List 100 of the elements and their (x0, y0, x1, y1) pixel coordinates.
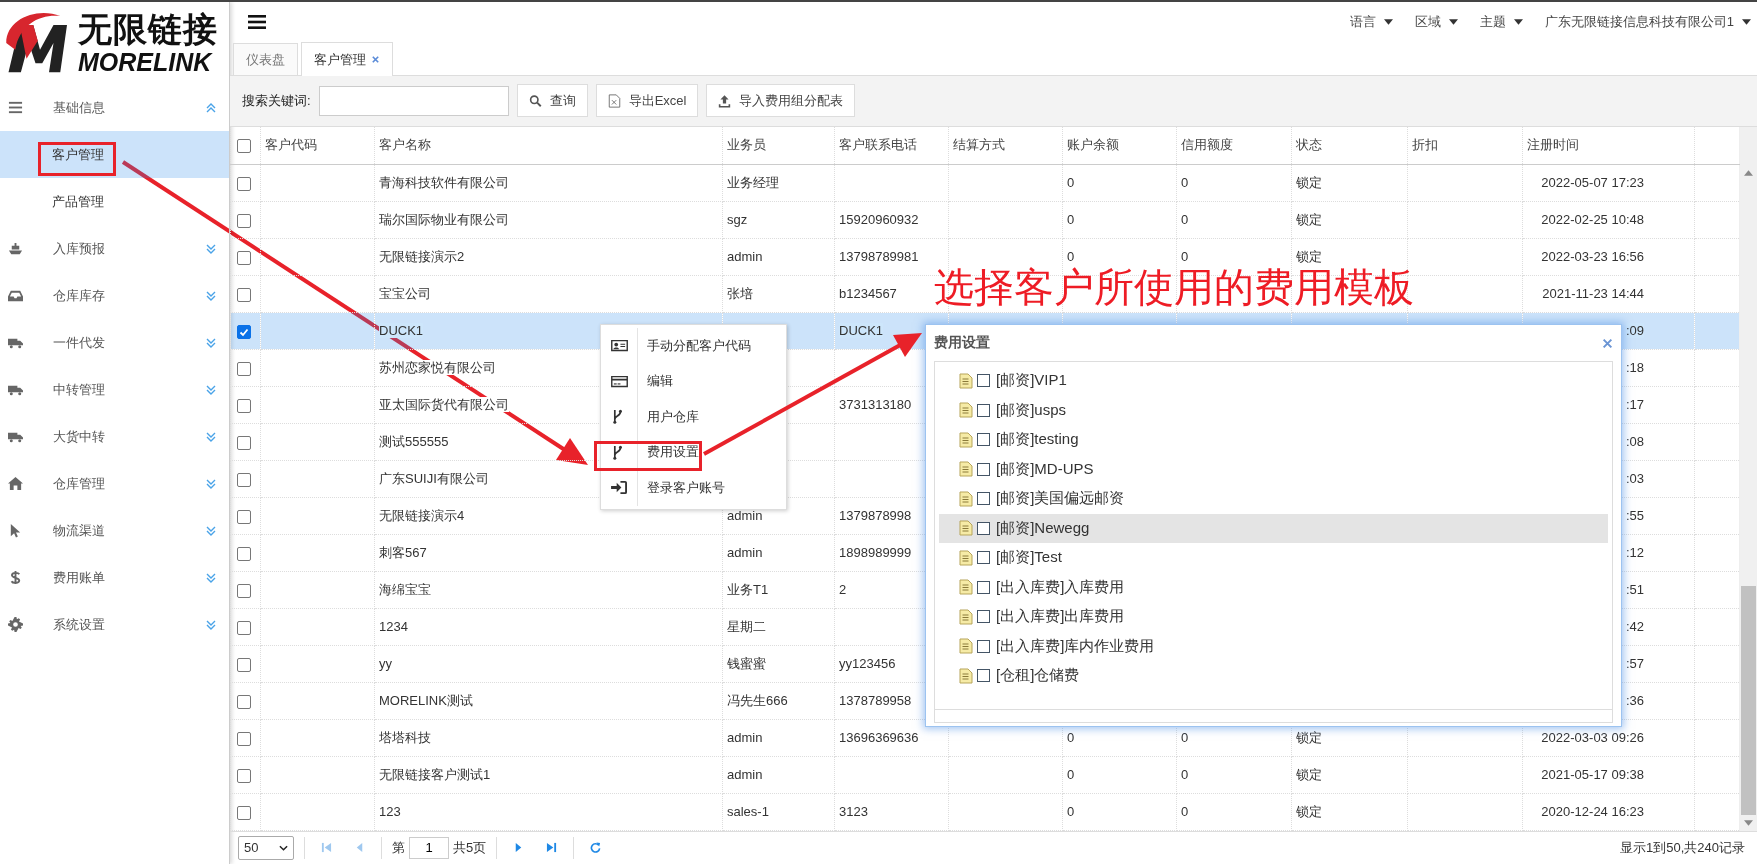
last-page-icon[interactable] (546, 842, 558, 854)
checkbox[interactable] (977, 403, 990, 417)
checkbox[interactable] (977, 433, 990, 447)
row-checkbox[interactable] (237, 620, 251, 635)
checkbox[interactable] (977, 462, 990, 476)
scroll-up-icon[interactable] (1744, 169, 1753, 176)
caret-icon (1742, 19, 1751, 25)
table-cell: 业务经理 (727, 174, 779, 190)
table-cell: 张培 (727, 285, 753, 301)
table-cell: 锁定 (1296, 766, 1322, 782)
document-icon (959, 549, 973, 566)
sidebar-item[interactable]: 一件代发 (0, 319, 229, 366)
row-checkbox[interactable] (237, 546, 251, 561)
sidebar-item[interactable]: 基础信息 (0, 84, 229, 131)
sidebar-subitem[interactable]: 客户管理 (0, 131, 229, 178)
document-icon (959, 490, 973, 507)
row-checkbox[interactable] (237, 324, 251, 339)
row-checkbox[interactable] (237, 472, 251, 487)
tree-item[interactable]: [出入库费]入库费用 (939, 572, 1608, 602)
page-count: 共5页 (453, 838, 487, 857)
row-checkbox[interactable] (237, 694, 251, 709)
row-checkbox[interactable] (237, 583, 251, 598)
expand-icon (205, 336, 217, 349)
ship-icon (8, 241, 23, 256)
checkbox[interactable] (977, 492, 990, 506)
scroll-down-icon[interactable] (1744, 819, 1753, 826)
row-checkbox[interactable] (237, 213, 251, 228)
tree-item[interactable]: [仓租]仓储费 (939, 661, 1608, 691)
tree-item[interactable]: [出入库费]出库费用 (939, 602, 1608, 632)
tree-item[interactable]: [邮资]美国偏远邮资 (939, 484, 1608, 514)
checkbox[interactable] (977, 639, 990, 653)
checkbox[interactable] (977, 610, 990, 624)
tree-item[interactable]: [邮资]VIP1 (939, 366, 1608, 396)
document-icon (959, 579, 973, 596)
sidebar-item[interactable]: 中转管理 (0, 366, 229, 413)
top-menu[interactable]: 主题 (1479, 13, 1523, 31)
top-menu[interactable]: 广东无限链接信息科技有限公司1 (1544, 13, 1751, 31)
menu-item[interactable]: 编辑 (601, 363, 786, 399)
refresh-icon[interactable] (590, 842, 602, 854)
sidebar-item[interactable]: 仓库库存 (0, 272, 229, 319)
tree-item[interactable]: [邮资]Test (939, 543, 1608, 573)
sidebar-item[interactable]: 费用账单 (0, 554, 229, 601)
row-checkbox[interactable] (237, 250, 251, 265)
expand-icon (205, 477, 217, 490)
close-icon[interactable] (1602, 337, 1613, 349)
row-checkbox[interactable] (237, 398, 251, 413)
tab[interactable]: 仪表盘 (233, 43, 298, 76)
spreadsheet-icon (607, 93, 621, 108)
sidebar-item[interactable]: 系统设置 (0, 601, 229, 648)
export-button[interactable]: 导出Excel (595, 84, 699, 118)
checkbox[interactable] (977, 521, 990, 535)
page-size-select[interactable]: 50 (238, 835, 294, 860)
sidebar-item[interactable]: 大货中转 (0, 413, 229, 460)
row-checkbox[interactable] (237, 176, 251, 191)
menu-item[interactable]: 费用设置 (601, 434, 786, 470)
tab[interactable]: 客户管理 (301, 42, 393, 77)
checkbox[interactable] (977, 580, 990, 594)
scrollbar[interactable] (1740, 126, 1757, 831)
tree-item[interactable]: [邮资]testing (939, 425, 1608, 455)
search-field[interactable] (318, 85, 509, 116)
table-cell: 业务T1 (727, 581, 769, 597)
caret-icon (1383, 19, 1393, 25)
sidebar-item[interactable]: 入库预报 (0, 225, 229, 272)
row-checkbox[interactable] (237, 361, 251, 376)
tree-item[interactable]: [邮资]MD-UPS (939, 454, 1608, 484)
record-summary: 显示1到50,共240记录 (1620, 838, 1746, 857)
expand-icon (205, 383, 217, 396)
tree-item[interactable]: [邮资]usps (939, 395, 1608, 425)
sidebar-subitem[interactable]: 产品管理 (0, 178, 229, 225)
search-label: 搜索关键词: (242, 91, 311, 110)
expand-icon (205, 524, 217, 537)
header-checkbox[interactable] (237, 139, 251, 154)
row-checkbox[interactable] (237, 805, 251, 820)
scrollbar-thumb[interactable] (1741, 585, 1756, 815)
menu-item[interactable]: 手动分配客户代码 (601, 328, 786, 364)
top-menu[interactable]: 语言 (1349, 13, 1393, 31)
sidebar-item[interactable]: 物流渠道 (0, 507, 229, 554)
table-cell: DUCK1 (379, 323, 424, 339)
tree-item[interactable]: [邮资]Newegg (939, 513, 1608, 543)
checkbox[interactable] (977, 669, 990, 683)
page-number-field[interactable]: 1 (409, 836, 449, 859)
row-checkbox[interactable] (237, 657, 251, 672)
close-icon[interactable] (371, 55, 380, 65)
import-button[interactable]: 导入费用组分配表 (706, 84, 856, 118)
menu-item[interactable]: 登录客户账号 (601, 470, 786, 506)
caret-icon (1448, 19, 1458, 25)
top-menu[interactable]: 区域 (1414, 13, 1458, 31)
search-button[interactable]: 查询 (516, 84, 588, 118)
row-checkbox[interactable] (237, 287, 251, 302)
tree-item[interactable]: [出入库费]库内作业费用 (939, 631, 1608, 661)
table-cell: 钱蜜蜜 (727, 655, 766, 671)
menu-item[interactable]: 用户仓库 (601, 399, 786, 435)
checkbox[interactable] (977, 551, 990, 565)
sidebar-item[interactable]: 仓库管理 (0, 460, 229, 507)
row-checkbox[interactable] (237, 731, 251, 746)
row-checkbox[interactable] (237, 435, 251, 450)
row-checkbox[interactable] (237, 509, 251, 524)
menu-icon[interactable] (248, 14, 266, 30)
checkbox[interactable] (977, 374, 990, 388)
row-checkbox[interactable] (237, 768, 251, 783)
